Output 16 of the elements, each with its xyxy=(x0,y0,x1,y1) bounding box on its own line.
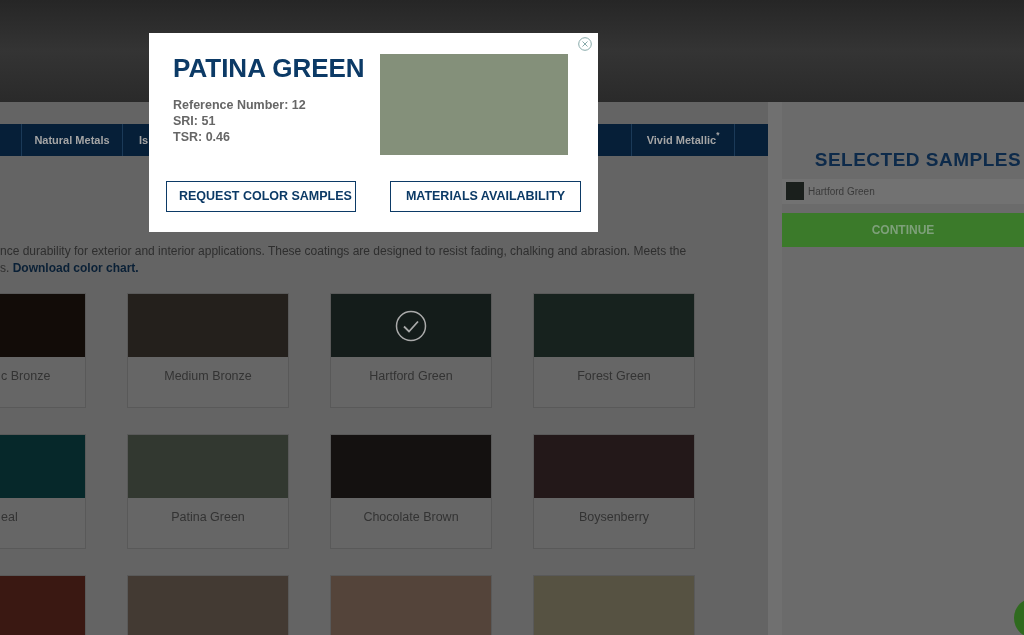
spec-text: TSR: 0.46 xyxy=(173,129,231,145)
modal-button[interactable]: REQUEST COLOR SAMPLES xyxy=(166,181,356,212)
close-button[interactable] xyxy=(578,37,592,51)
color-swatch[interactable] xyxy=(331,576,491,635)
sidebar-title: SELECTED SAMPLES xyxy=(813,148,1023,172)
category-tab[interactable]: Vivid Metallic$^{*}$ xyxy=(632,124,735,156)
continue-button[interactable]: CONTINUE xyxy=(782,212,1024,247)
sample-name: Hartford Green xyxy=(808,184,875,199)
color-swatch[interactable] xyxy=(128,576,288,635)
modal-title: PATINA GREEN xyxy=(173,53,365,83)
spec-text: Reference Number: 12 xyxy=(173,97,307,113)
modal-button[interactable]: MATERIALS AVAILABILITY xyxy=(390,181,581,212)
category-tab[interactable]: Natural Metals xyxy=(22,124,123,156)
color-swatch[interactable] xyxy=(534,576,694,635)
download-link[interactable]: Download color chart. xyxy=(12,261,139,275)
spec-text: SRI: 51 xyxy=(173,113,217,129)
